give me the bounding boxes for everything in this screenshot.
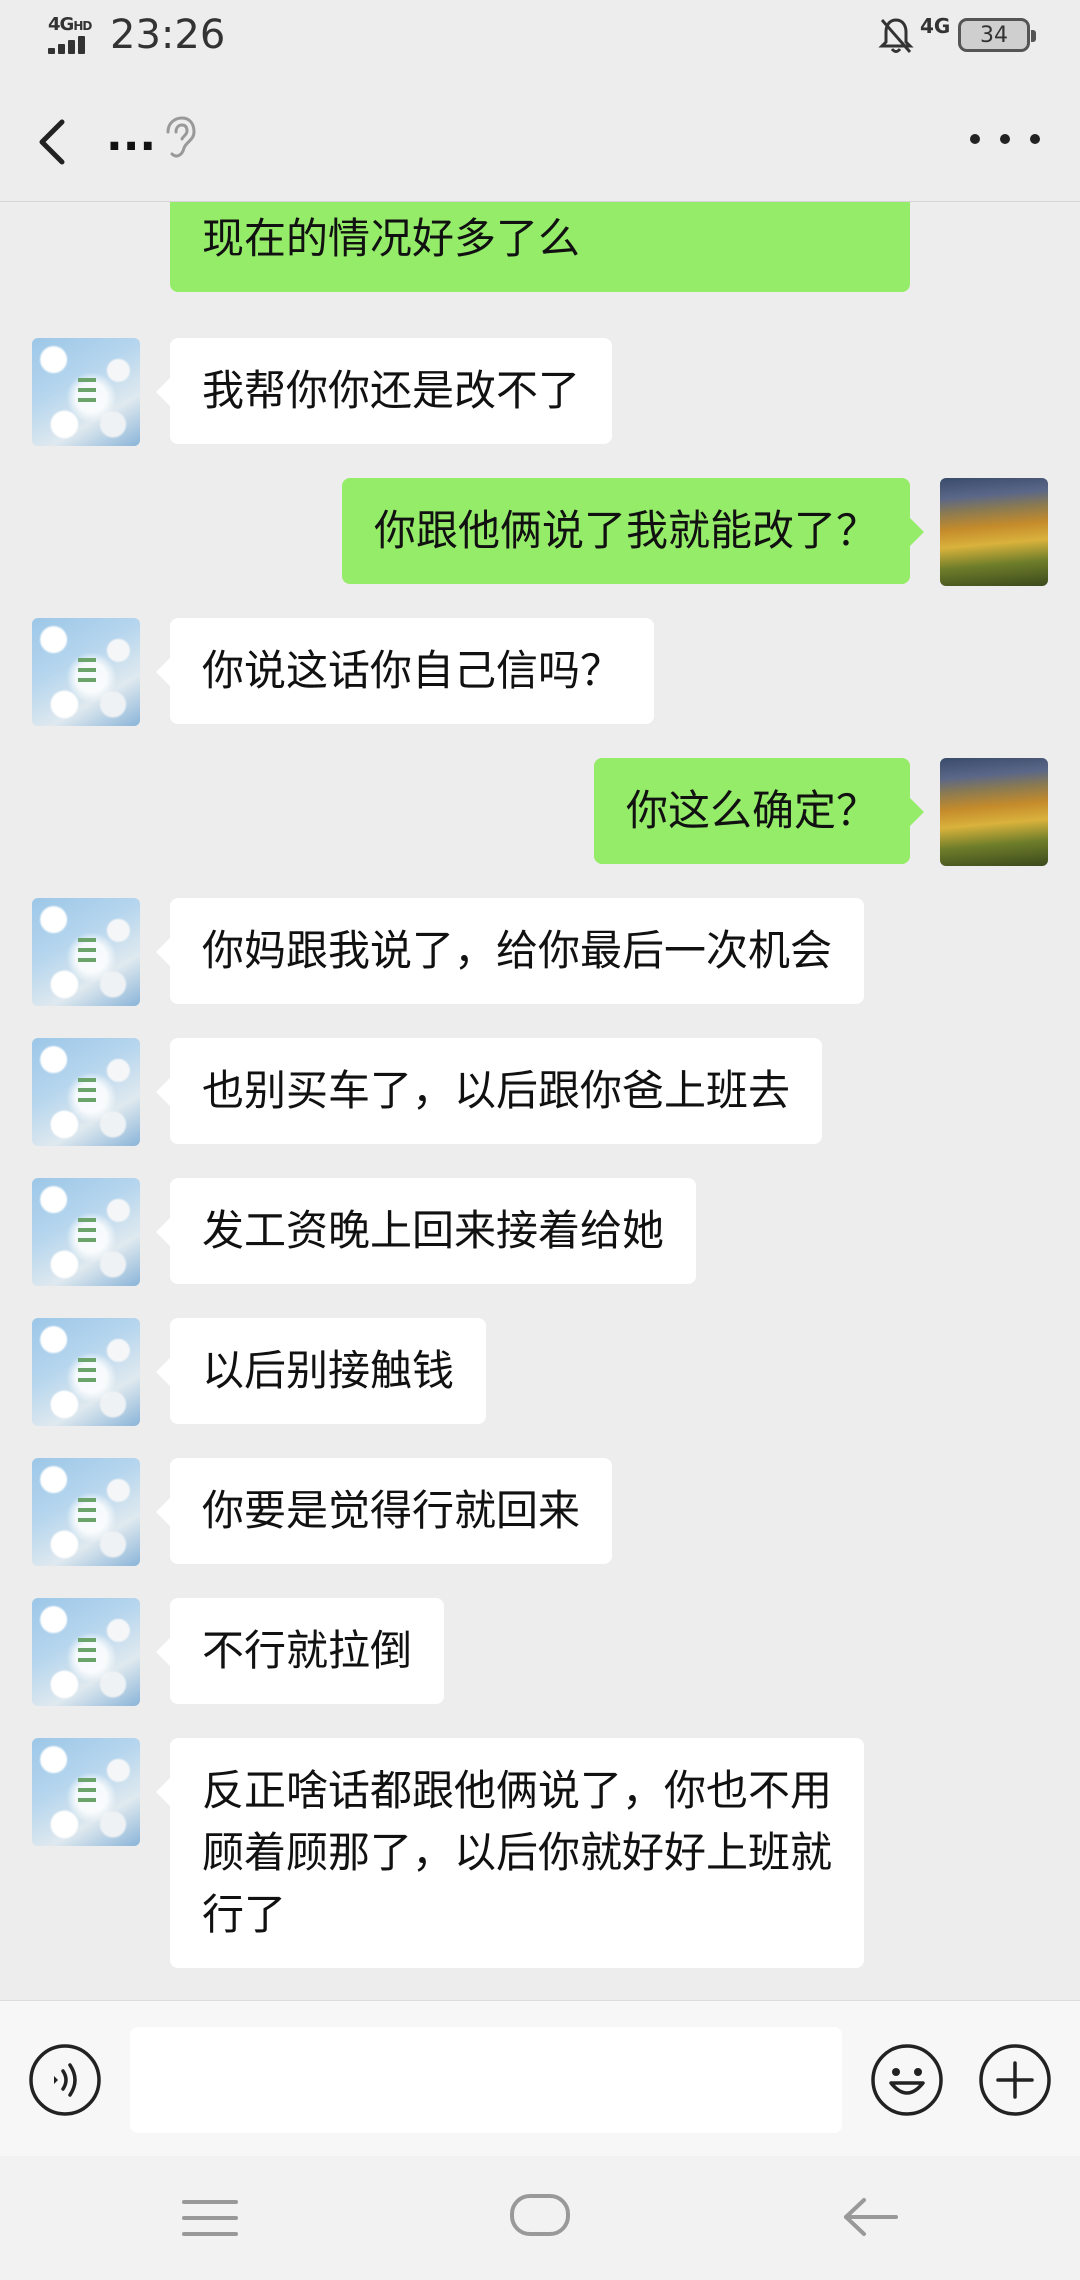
incoming-bubble[interactable]: 反正啥话都跟他俩说了，你也不用 顾着顾那了，以后你就好好上班就 行了 [155, 1738, 865, 1968]
incoming-bubble[interactable]: 你要是觉得行就回来 [155, 1458, 613, 1564]
message-text: 你妈跟我说了，给你最后一次机会 [202, 926, 833, 975]
message-text: 你要是觉得行就回来 [202, 1486, 581, 1535]
message-text: 我帮你你还是改不了 [202, 366, 581, 415]
emoji-icon[interactable] [870, 2043, 944, 2117]
outgoing-bubble[interactable]: 你这么确定？ [593, 758, 925, 864]
message-text: 你这么确定？ [625, 786, 878, 835]
back-arrow-icon[interactable] [840, 2194, 900, 2240]
message-text: 你说这话你自己信吗？ [202, 646, 623, 695]
my-avatar[interactable] [940, 758, 1048, 866]
chat-input-bar [0, 2000, 1080, 2156]
incoming-bubble[interactable]: 发工资晚上回来接着给她 [155, 1178, 697, 1284]
chat-header: ... [0, 74, 1080, 202]
more-dots-icon[interactable] [970, 114, 1040, 164]
contact-avatar[interactable] [32, 338, 140, 446]
status-bar: 4GHD 23:26 4G 34 [0, 0, 1080, 74]
network-type-left: 4GHD [48, 14, 92, 35]
menu-icon[interactable] [180, 2196, 240, 2240]
system-nav-bar [0, 2156, 1080, 2280]
home-icon[interactable] [508, 2190, 572, 2240]
network-type-right: 4G [920, 14, 951, 38]
message-text: 你跟他俩说了我就能改了？ [373, 506, 878, 555]
message-text: 不行就拉倒 [202, 1626, 413, 1675]
contact-avatar[interactable] [32, 898, 140, 1006]
bell-off-icon [878, 18, 914, 53]
battery-level: 34 [980, 22, 1008, 48]
incoming-bubble[interactable]: 你说这话你自己信吗？ [155, 618, 655, 724]
ear-icon [166, 116, 196, 158]
message-input[interactable] [130, 2027, 842, 2133]
incoming-bubble[interactable]: 我帮你你还是改不了 [155, 338, 613, 444]
contact-avatar[interactable] [32, 1458, 140, 1566]
outgoing-bubble[interactable]: 你跟他俩说了我就能改了？ [341, 478, 925, 584]
message-text: 以后别接触钱 [202, 1346, 455, 1395]
contact-avatar[interactable] [32, 618, 140, 726]
clock: 23:26 [110, 12, 226, 58]
contact-avatar[interactable] [32, 1318, 140, 1426]
contact-avatar[interactable] [32, 1038, 140, 1146]
incoming-bubble[interactable]: 以后别接触钱 [155, 1318, 487, 1424]
message-text: 反正啥话都跟他俩说了，你也不用 顾着顾那了，以后你就好好上班就 行了 [202, 1766, 833, 1939]
chevron-left-icon[interactable] [26, 104, 86, 178]
incoming-bubble[interactable]: 不行就拉倒 [155, 1598, 445, 1704]
chat-title[interactable]: ... [106, 110, 156, 161]
message-text: 现在的情况好多了么 [202, 214, 581, 263]
outgoing-bubble[interactable]: 现在的情况好多了么 [170, 202, 910, 292]
incoming-bubble[interactable]: 你妈跟我说了，给你最后一次机会 [155, 898, 865, 1004]
my-avatar[interactable] [940, 478, 1048, 586]
message-list[interactable]: 现在的情况好多了么 我帮你你还是改不了 你跟他俩说了我就能改了？ 你说这话你自己… [0, 202, 1080, 2000]
plus-icon[interactable] [978, 2043, 1052, 2117]
signal-icon [48, 36, 96, 54]
voice-icon[interactable] [28, 2043, 102, 2117]
incoming-bubble[interactable]: 也别买车了，以后跟你爸上班去 [155, 1038, 823, 1144]
contact-avatar[interactable] [32, 1598, 140, 1706]
battery-indicator: 34 [958, 18, 1036, 52]
message-text: 发工资晚上回来接着给她 [202, 1206, 665, 1255]
message-text: 也别买车了，以后跟你爸上班去 [202, 1066, 791, 1115]
contact-avatar[interactable] [32, 1178, 140, 1286]
contact-avatar[interactable] [32, 1738, 140, 1846]
